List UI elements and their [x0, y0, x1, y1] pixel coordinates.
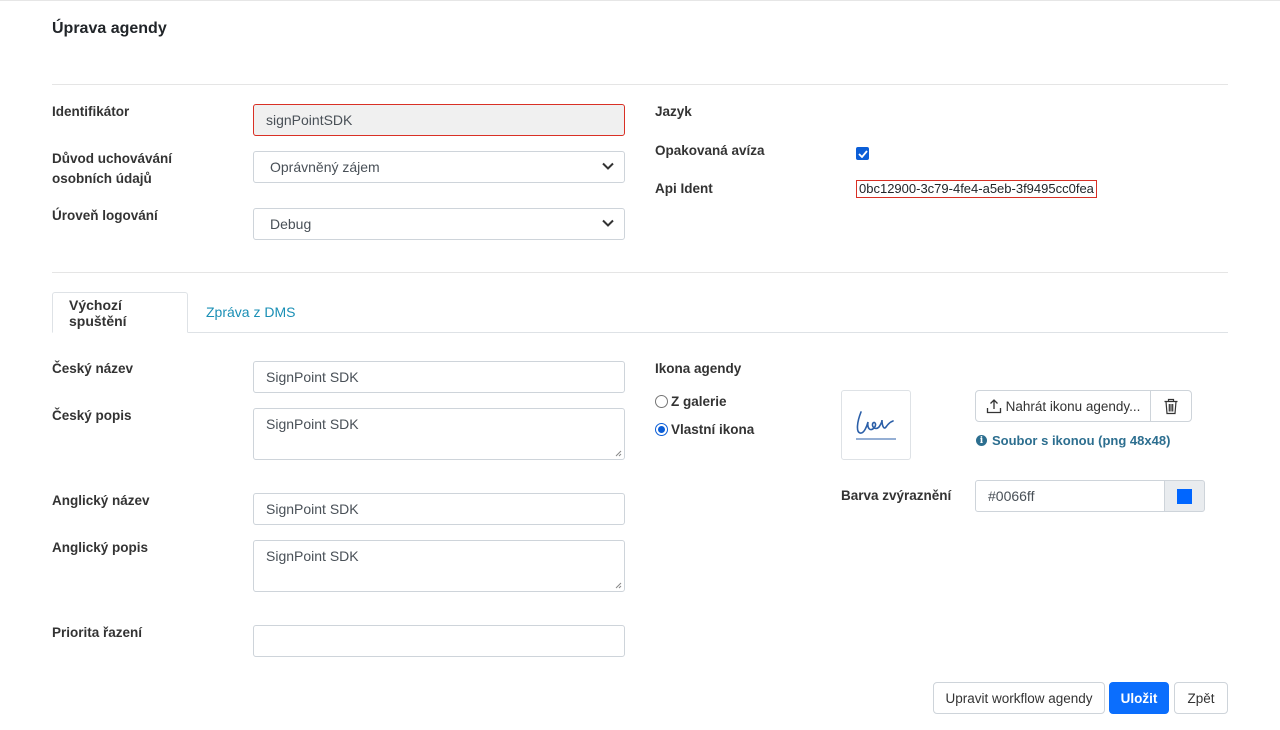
- retention-label: Důvod uchovávání osobních údajů: [52, 151, 173, 186]
- color-swatch: [1177, 488, 1192, 504]
- edit-workflow-button[interactable]: Upravit workflow agendy: [933, 682, 1105, 714]
- language-label: Jazyk: [655, 104, 692, 119]
- chevron-down-icon: [602, 219, 614, 230]
- upload-icon: [986, 399, 1001, 414]
- radio-gallery-label: Z galerie: [671, 393, 727, 409]
- highlight-color-input[interactable]: #0066ff: [975, 480, 1165, 512]
- highlight-color-label: Barva zvýraznění: [841, 488, 952, 503]
- logging-select-value: Debug: [270, 216, 312, 232]
- radio-custom-input[interactable]: [655, 422, 668, 436]
- agenda-icon-preview: [841, 390, 911, 460]
- trash-icon: [1164, 398, 1178, 414]
- back-button[interactable]: Zpět: [1174, 682, 1228, 714]
- cz-name-input[interactable]: SignPoint SDK: [253, 361, 625, 393]
- priority-label: Priorita řazení: [52, 625, 143, 640]
- upload-icon-button-label: Nahrát ikonu agendy...: [1005, 398, 1141, 414]
- color-picker-button[interactable]: [1164, 480, 1205, 512]
- tab-dms-message[interactable]: Zpráva z DMS: [190, 292, 311, 332]
- tab-default-launch[interactable]: Výchozí spuštění: [52, 292, 188, 333]
- identifier-field[interactable]: signPointSDK: [253, 104, 625, 136]
- logging-label: Úroveň logování: [52, 208, 158, 223]
- divider: [52, 272, 1228, 273]
- upload-icon-button[interactable]: Nahrát ikonu agendy...: [975, 390, 1151, 422]
- en-desc-label: Anglický popis: [52, 540, 149, 555]
- divider: [52, 84, 1228, 85]
- tabs-baseline: [52, 332, 1228, 333]
- resize-handle-icon[interactable]: [615, 582, 622, 589]
- icon-file-info-text: Soubor s ikonou (png 48x48): [992, 433, 1171, 448]
- logging-select[interactable]: Debug: [253, 208, 625, 240]
- cz-desc-text: SignPoint SDK: [266, 416, 359, 432]
- save-button[interactable]: Uložit: [1109, 682, 1169, 714]
- radio-custom[interactable]: Vlastní ikona: [655, 420, 754, 437]
- signature-icon: [856, 411, 896, 440]
- radio-gallery[interactable]: Z galerie: [655, 392, 727, 409]
- page-title: Úprava agendy: [52, 20, 167, 37]
- radio-gallery-input[interactable]: [655, 394, 668, 408]
- delete-icon-button[interactable]: [1150, 390, 1192, 422]
- repeat-notice-label: Opakovaná avíza: [655, 143, 765, 158]
- identifier-label: Identifikátor: [52, 104, 130, 119]
- info-icon: i: [976, 435, 987, 446]
- radio-custom-label: Vlastní ikona: [671, 421, 755, 437]
- cz-desc-label: Český popis: [52, 408, 132, 423]
- priority-input[interactable]: [253, 625, 625, 657]
- api-ident-label: Api Ident: [655, 181, 713, 196]
- retention-select-value: Oprávněný zájem: [270, 159, 380, 175]
- en-desc-text: SignPoint SDK: [266, 548, 359, 564]
- cz-desc-textarea[interactable]: SignPoint SDK: [253, 408, 625, 460]
- cz-name-label: Český název: [52, 361, 134, 376]
- icon-file-info: i Soubor s ikonou (png 48x48): [976, 433, 1170, 448]
- en-name-label: Anglický název: [52, 493, 150, 508]
- resize-handle-icon[interactable]: [615, 450, 622, 457]
- retention-select[interactable]: Oprávněný zájem: [253, 151, 625, 183]
- check-icon: [857, 149, 868, 158]
- en-name-input[interactable]: SignPoint SDK: [253, 493, 625, 525]
- api-ident-value: 0bc12900-3c79-4fe4-a5eb-3f9495cc0fea: [856, 180, 1097, 198]
- icon-section-label: Ikona agendy: [655, 361, 742, 376]
- en-desc-textarea[interactable]: SignPoint SDK: [253, 540, 625, 592]
- chevron-down-icon: [602, 162, 614, 173]
- repeat-notice-checkbox[interactable]: [856, 147, 869, 160]
